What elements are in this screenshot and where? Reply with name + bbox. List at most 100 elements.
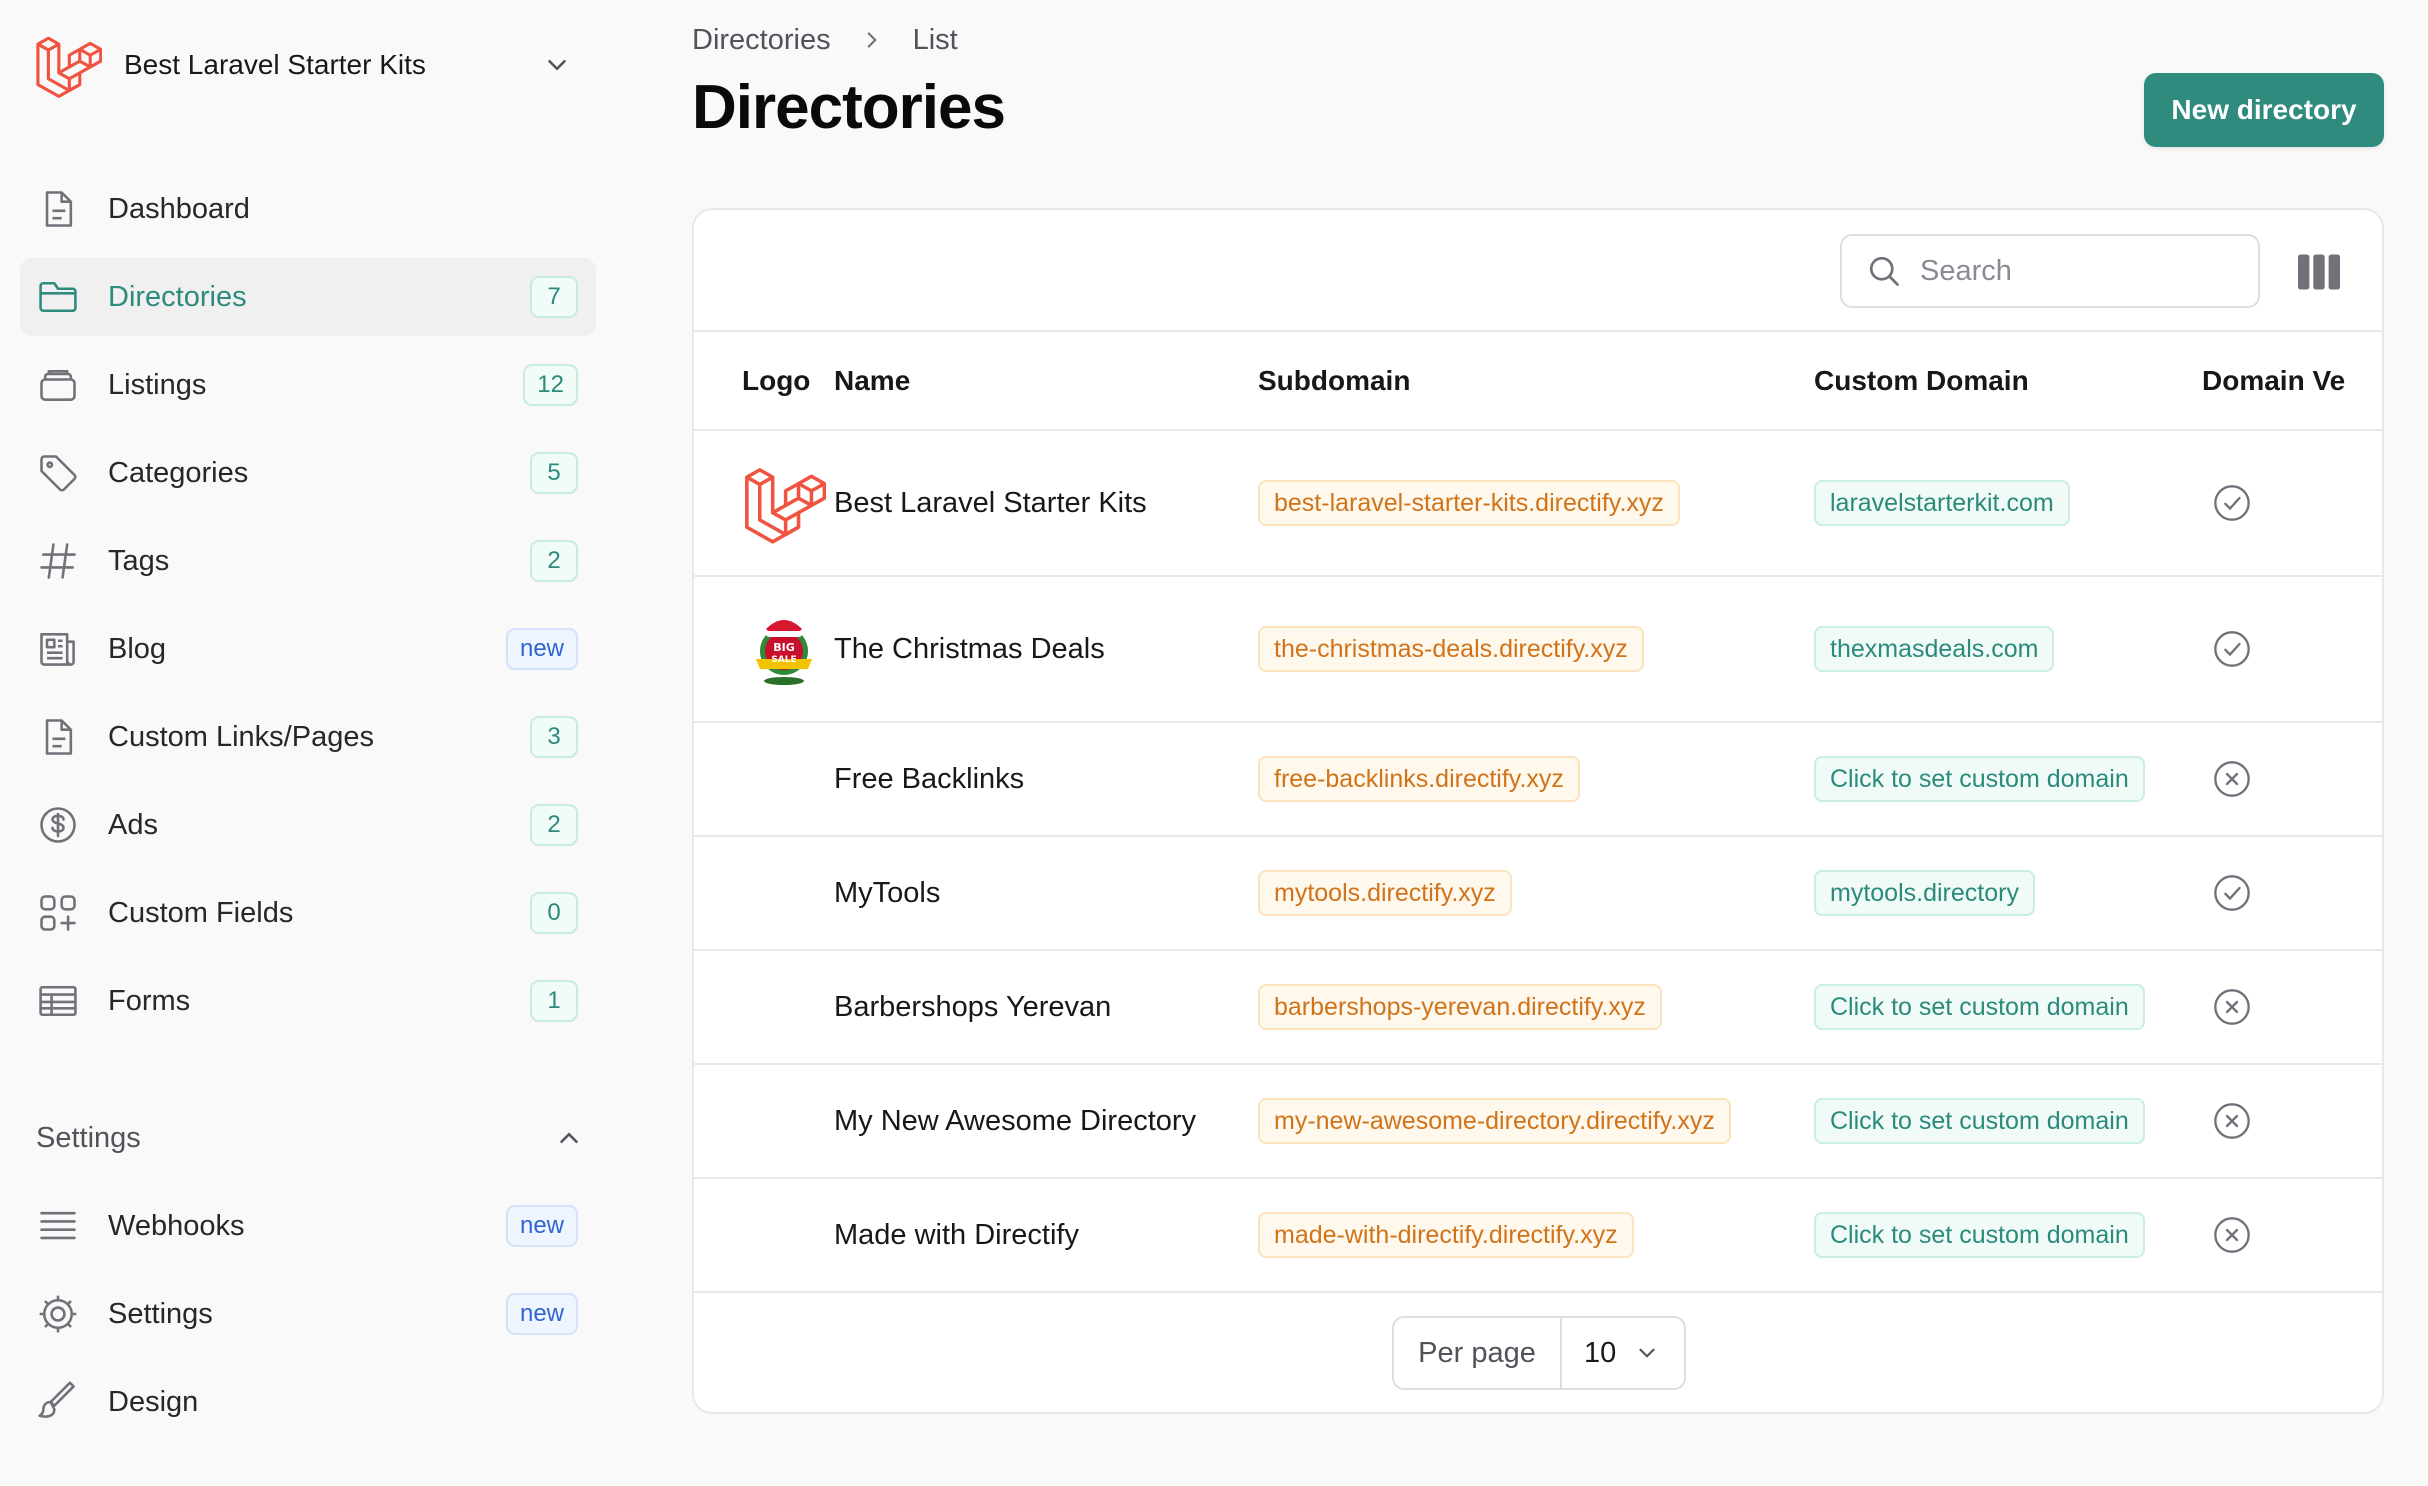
subdomain-link[interactable]: made-with-directify.directify.xyz [1258,1212,1634,1258]
custom-domain-cell: thexmasdeals.com [1814,576,2202,723]
hashtag-icon [40,543,76,579]
logo-cell [694,836,834,951]
search-icon [1869,256,1899,286]
domain-verified-cell [2202,722,2382,837]
chevron-down-icon [1639,1348,1655,1358]
subdomain-cell: the-christmas-deals.directify.xyz [1258,576,1814,723]
column-header-name[interactable]: Name [834,332,1258,431]
per-page-label: Per page [1394,1318,1562,1388]
column-header-domain-verified[interactable]: Domain Ve [2202,332,2382,431]
search-input[interactable] [1920,254,2240,288]
count-badge: 5 [530,452,578,494]
sidebar-item-label: Directories [108,280,247,313]
subdomain-link[interactable]: the-christmas-deals.directify.xyz [1258,626,1644,672]
page-title: Directories [692,73,1006,142]
x-circle-icon [2214,1103,2250,1139]
sidebar-item-tags[interactable]: Tags 2 [20,522,596,600]
logo-cell [694,950,834,1065]
table-row[interactable]: Free Backlinks free-backlinks.directify.… [694,722,2382,837]
breadcrumb-link-directories[interactable]: Directories [692,24,831,57]
subdomain-cell: free-backlinks.directify.xyz [1258,722,1814,837]
sidebar-item-directories[interactable]: Directories 7 [20,258,596,336]
sidebar-item-label: Tags [108,544,170,577]
table-row[interactable]: Barbershops Yerevan barbershops-yerevan.… [694,950,2382,1065]
sidebar-item-label: Forms [108,984,191,1017]
count-badge: 12 [523,364,578,406]
set-custom-domain-button[interactable]: Click to set custom domain [1814,756,2145,802]
custom-domain-cell: Click to set custom domain [1814,1064,2202,1179]
sidebar-item-label: Listings [108,368,207,401]
directories-table: Logo Name Subdomain Custom Domain Domain… [694,332,2382,1293]
logo-cell [694,722,834,837]
custom-domain-cell: Click to set custom domain [1814,722,2202,837]
main-nav: Dashboard Directories 7 Listings 12 Cate… [20,170,596,1050]
column-header-custom-domain[interactable]: Custom Domain [1814,332,2202,431]
subdomain-link[interactable]: my-new-awesome-directory.directify.xyz [1258,1098,1731,1144]
column-header-subdomain[interactable]: Subdomain [1258,332,1814,431]
sidebar-item-webhooks[interactable]: Webhooks new [20,1187,596,1265]
per-page-value: 10 [1584,1336,1617,1369]
logo-cell [694,1064,834,1179]
directory-switcher[interactable]: Best Laravel Starter Kits [34,30,584,100]
logo-cell [694,430,834,577]
settings-group-toggle[interactable]: Settings [36,1118,584,1158]
per-page-select[interactable]: 10 [1562,1318,1684,1388]
squares-plus-icon [40,895,76,931]
table-row[interactable]: Made with Directify made-with-directify.… [694,1178,2382,1293]
table-icon [39,985,77,1017]
directory-name: The Christmas Deals [834,576,1258,723]
settings-nav: Webhooks new Settings new Design [20,1187,596,1451]
sidebar-item-custom-links[interactable]: Custom Links/Pages 3 [20,698,596,776]
table-header-row: Logo Name Subdomain Custom Domain Domain… [694,332,2382,431]
custom-domain-cell: mytools.directory [1814,836,2202,951]
laravel-logo-icon [745,468,826,544]
check-circle-icon [2214,875,2250,911]
column-header-logo[interactable]: Logo [694,332,834,431]
columns-toggle-icon[interactable] [2298,254,2340,290]
subdomain-link[interactable]: mytools.directify.xyz [1258,870,1512,916]
svg-text:SALE: SALE [771,655,796,665]
custom-domain-cell: Click to set custom domain [1814,1178,2202,1293]
directory-name: Barbershops Yerevan [834,950,1258,1065]
subdomain-link[interactable]: barbershops-yerevan.directify.xyz [1258,984,1662,1030]
set-custom-domain-button[interactable]: Click to set custom domain [1814,1098,2145,1144]
search-box[interactable] [1840,234,2260,308]
sidebar-item-settings[interactable]: Settings new [20,1275,596,1353]
per-page-control: Per page 10 [1392,1316,1686,1390]
directory-name: Best Laravel Starter Kits [834,430,1258,577]
sidebar-item-label: Blog [108,632,167,665]
custom-domain-link[interactable]: thexmasdeals.com [1814,626,2055,672]
table-row[interactable]: My New Awesome Directory my-new-awesome-… [694,1064,2382,1179]
logo-cell [694,1178,834,1293]
sidebar-item-ads[interactable]: Ads 2 [20,786,596,864]
sidebar-item-listings[interactable]: Listings 12 [20,346,596,424]
custom-domain-cell: Click to set custom domain [1814,950,2202,1065]
x-circle-icon [2214,761,2250,797]
sidebar-item-custom-fields[interactable]: Custom Fields 0 [20,874,596,952]
count-badge: 3 [530,716,578,758]
sidebar-item-label: Categories [108,456,249,489]
chevron-right-icon [867,32,877,48]
breadcrumb: Directories List [692,20,958,60]
table-row[interactable]: MyTools mytools.directify.xyz mytools.di… [694,836,2382,951]
custom-domain-link[interactable]: laravelstarterkit.com [1814,480,2070,526]
custom-domain-link[interactable]: mytools.directory [1814,870,2035,916]
sidebar-item-categories[interactable]: Categories 5 [20,434,596,512]
subdomain-link[interactable]: best-laravel-starter-kits.directify.xyz [1258,480,1680,526]
subdomain-cell: barbershops-yerevan.directify.xyz [1258,950,1814,1065]
domain-verified-cell [2202,576,2382,723]
newspaper-icon [40,633,75,666]
sidebar-item-dashboard[interactable]: Dashboard [20,170,596,248]
sidebar-item-blog[interactable]: Blog new [20,610,596,688]
big-sale-christmas-logo: BIG SALE [756,617,812,685]
cog-icon [39,1295,77,1333]
set-custom-domain-button[interactable]: Click to set custom domain [1814,1212,2145,1258]
sidebar-item-forms[interactable]: Forms 1 [20,962,596,1040]
sidebar-item-design[interactable]: Design [20,1363,596,1441]
table-row[interactable]: Best Laravel Starter Kits best-laravel-s… [694,430,2382,577]
table-row[interactable]: BIG SALE The Christmas Deals the-christm… [694,576,2382,723]
subdomain-link[interactable]: free-backlinks.directify.xyz [1258,756,1580,802]
chevron-up-icon [560,1132,578,1143]
set-custom-domain-button[interactable]: Click to set custom domain [1814,984,2145,1030]
new-directory-button[interactable]: New directory [2144,73,2384,147]
